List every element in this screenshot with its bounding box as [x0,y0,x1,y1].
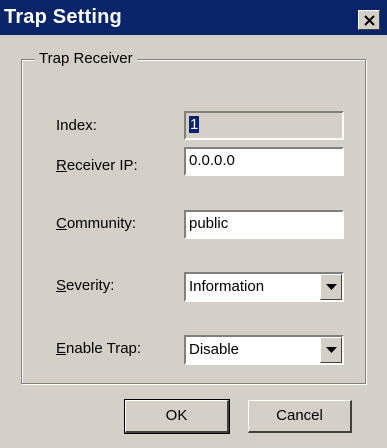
community-label: Community: [56,215,136,233]
index-value: 1 [189,116,200,133]
enable-trap-label-text: nable Trap: [66,340,142,357]
severity-dropdown-button[interactable] [320,274,342,300]
severity-hotkey: S [56,277,67,294]
severity-label-text: everity: [66,277,115,294]
enable-trap-value: Disable [189,341,240,358]
chevron-down-icon [326,347,337,353]
enable-trap-select[interactable]: Disable [184,335,344,365]
severity-label: Severity: [56,277,114,295]
enable-trap-dropdown-button[interactable] [320,337,342,363]
chevron-down-icon [326,284,337,290]
group-legend: Trap Receiver [35,50,137,68]
title-bar[interactable]: Trap Setting [0,0,387,35]
enable-trap-label: Enable Trap: [56,340,141,358]
receiver-ip-label-text: eceiver IP: [66,157,138,174]
community-label-text: ommunity: [66,215,137,232]
index-field: 1 [184,111,344,140]
severity-select[interactable]: Information [184,272,344,302]
enable-trap-hotkey: E [56,340,67,357]
trap-setting-dialog: Trap Setting Trap Receiver Index: 1 Rece… [0,0,387,448]
community-input[interactable]: public [184,210,344,239]
index-label: Index: [56,117,97,134]
receiver-ip-label: Receiver IP: [56,157,138,175]
ok-button[interactable]: OK [124,399,230,434]
close-icon [364,15,375,26]
severity-value: Information [189,278,265,295]
cancel-button[interactable]: Cancel [248,400,352,433]
close-button[interactable] [358,10,380,30]
window-title: Trap Setting [4,6,122,28]
community-hotkey: C [56,215,67,232]
receiver-ip-hotkey: R [56,157,67,174]
receiver-ip-input[interactable]: 0.0.0.0 [184,147,344,176]
